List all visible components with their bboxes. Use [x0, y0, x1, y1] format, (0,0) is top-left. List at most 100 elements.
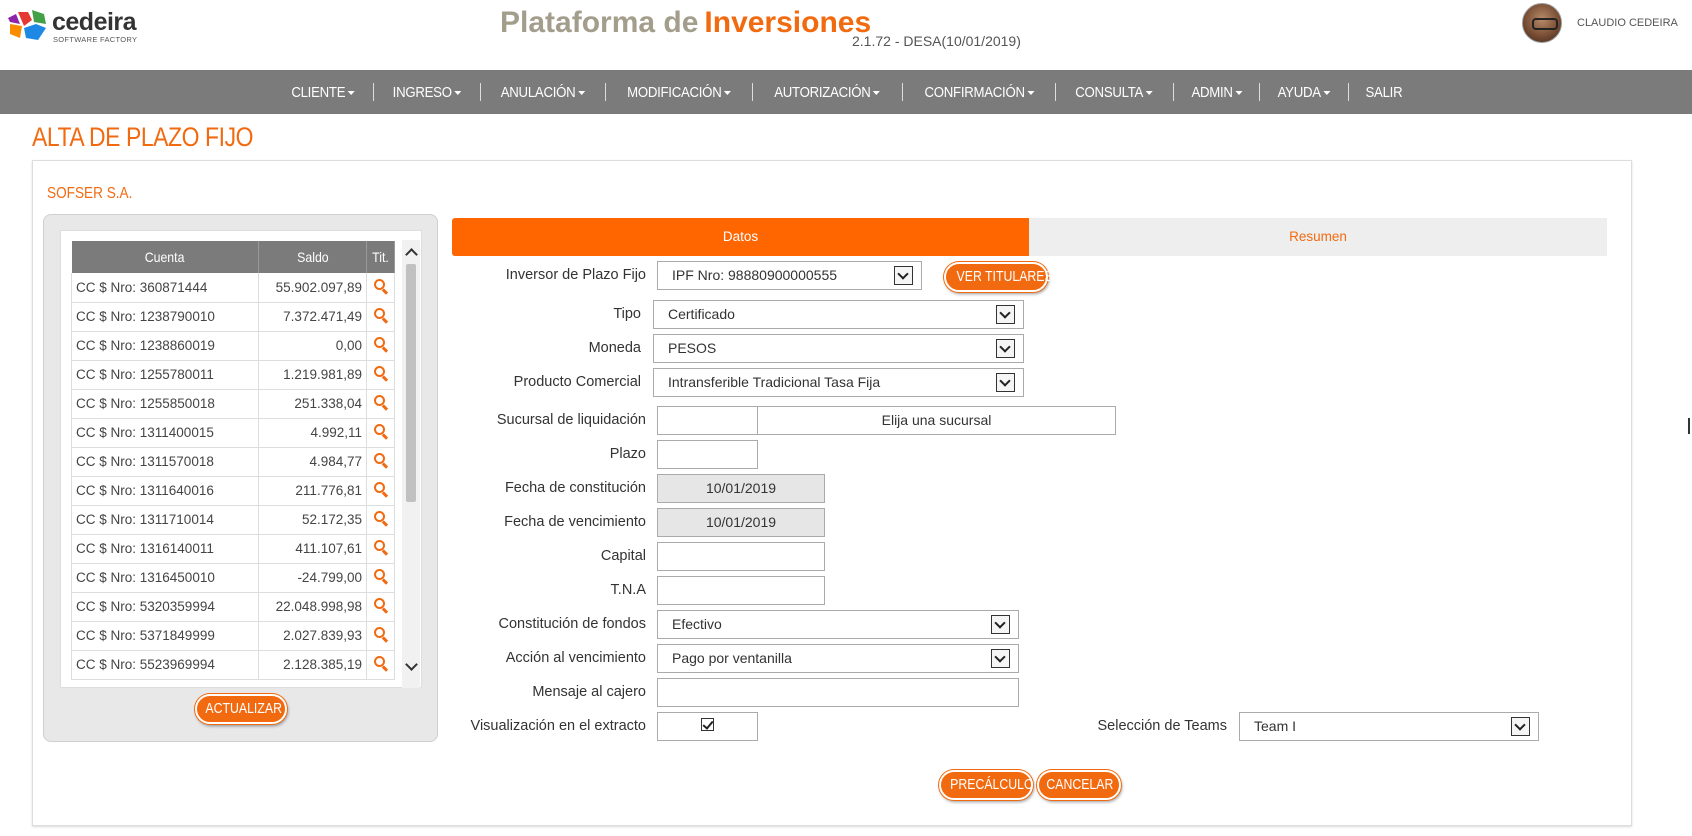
account-number: CC $ Nro: 1255850018	[71, 389, 259, 419]
nav-separator	[901, 83, 903, 101]
holders-cell	[366, 650, 395, 680]
search-icon[interactable]	[373, 569, 388, 583]
visualizacion-extracto-label: Visualización en el extracto	[470, 718, 646, 734]
visualizacion-extracto-checkbox[interactable]	[701, 718, 714, 731]
account-row[interactable]: CC $ Nro: 1316140011 411.107,61	[71, 534, 395, 564]
search-icon[interactable]	[373, 395, 388, 409]
user-name[interactable]: CLAUDIO CEDEIRA	[1577, 17, 1678, 29]
account-row[interactable]: CC $ Nro: 5523969994 2.128.385,19	[71, 650, 395, 680]
holders-cell	[366, 505, 395, 535]
search-icon[interactable]	[373, 627, 388, 641]
account-number: CC $ Nro: 1316450010	[71, 563, 259, 593]
nav-item-ingreso[interactable]: INGRESO	[380, 84, 473, 101]
account-row[interactable]: CC $ Nro: 1311640016 211.776,81	[71, 476, 395, 506]
holders-cell	[366, 563, 395, 593]
sucursal-label: Sucursal de liquidación	[496, 412, 646, 428]
inversor-select-value: IPF Nro: 98880900000555	[672, 267, 838, 283]
nav-item-anulacion[interactable]: ANULACIÓN	[488, 84, 597, 101]
account-number: CC $ Nro: 1311400015	[71, 418, 259, 448]
nav-item-cliente[interactable]: CLIENTE	[279, 84, 367, 101]
caret-down-icon	[578, 90, 586, 95]
search-icon[interactable]	[373, 424, 388, 438]
account-row[interactable]: CC $ Nro: 5320359994 22.048.998,98	[71, 592, 395, 622]
moneda-select-value: PESOS	[668, 340, 717, 356]
nav-item-label: INGRESO	[392, 83, 452, 101]
accion-vencimiento-select[interactable]: Pago por ventanilla	[657, 644, 1019, 673]
nav-item-modificacion[interactable]: MODIFICACIÓN	[615, 84, 744, 101]
account-row[interactable]: CC $ Nro: 1238790010 7.372.471,49	[71, 302, 395, 332]
caret-down-icon	[454, 90, 462, 95]
caret-down-icon	[347, 90, 355, 95]
nav-item-ayuda[interactable]: AYUDA	[1266, 84, 1344, 101]
search-icon[interactable]	[373, 308, 388, 322]
search-icon[interactable]	[373, 656, 388, 670]
account-balance: 2.128.385,19	[258, 650, 367, 680]
account-row[interactable]: CC $ Nro: 1311710014 52.172,35	[71, 505, 395, 535]
account-balance: 0,00	[258, 331, 367, 361]
accion-vencimiento-label: Acción al vencimiento	[505, 650, 646, 666]
account-row[interactable]: CC $ Nro: 1238860019 0,00	[71, 331, 395, 361]
ver-titulares-button[interactable]: VER TITULARES	[944, 262, 1053, 292]
account-number: CC $ Nro: 1311710014	[71, 505, 259, 535]
nav-separator	[1259, 83, 1261, 101]
search-icon[interactable]	[373, 453, 388, 467]
sucursal-picker[interactable]: Elija una sucursal	[757, 406, 1116, 435]
accounts-scrollbar[interactable]	[402, 240, 420, 688]
account-number: CC $ Nro: 5523969994	[71, 650, 259, 680]
tab-datos[interactable]: Datos	[452, 218, 1029, 256]
holders-cell	[366, 418, 395, 448]
search-icon[interactable]	[373, 540, 388, 554]
logo-name: cedeira	[52, 8, 137, 36]
teams-select[interactable]: Team I	[1239, 712, 1539, 741]
account-balance: 1.219.981,89	[258, 360, 367, 390]
account-row[interactable]: CC $ Nro: 1311570018 4.984,77	[71, 447, 395, 477]
search-icon[interactable]	[373, 337, 388, 351]
search-icon[interactable]	[373, 366, 388, 380]
tab-resumen[interactable]: Resumen	[1029, 218, 1607, 256]
producto-comercial-select[interactable]: Intransferible Tradicional Tasa Fija	[653, 368, 1024, 397]
scroll-down-icon[interactable]	[405, 660, 417, 672]
cedeira-logo[interactable]: cedeira SOFTWARE FACTORY	[6, 6, 137, 46]
account-row[interactable]: CC $ Nro: 1255780011 1.219.981,89	[71, 360, 395, 390]
search-icon[interactable]	[373, 482, 388, 496]
actualizar-button[interactable]: ACTUALIZAR	[195, 694, 287, 724]
inversor-select[interactable]: IPF Nro: 98880900000555	[657, 261, 922, 290]
tipo-select[interactable]: Certificado	[653, 300, 1024, 329]
nav-item-consulta[interactable]: CONSULTA	[1063, 84, 1165, 101]
nav-item-autorizacion[interactable]: AUTORIZACIÓN	[762, 84, 893, 101]
search-icon[interactable]	[373, 511, 388, 525]
sucursal-code-input[interactable]	[657, 406, 758, 435]
nav-item-salir[interactable]: SALIR	[1354, 84, 1415, 101]
account-row[interactable]: CC $ Nro: 1311400015 4.992,11	[71, 418, 395, 448]
account-row[interactable]: CC $ Nro: 5371849999 2.027.839,93	[71, 621, 395, 651]
search-icon[interactable]	[373, 278, 388, 293]
account-number: CC $ Nro: 1316140011	[71, 534, 259, 564]
holders-cell	[366, 447, 395, 477]
user-avatar[interactable]	[1522, 3, 1562, 43]
scroll-thumb[interactable]	[406, 264, 416, 502]
moneda-select[interactable]: PESOS	[653, 334, 1024, 363]
account-row[interactable]: CC $ Nro: 1255850018 251.338,04	[71, 389, 395, 419]
holders-cell	[366, 360, 395, 390]
scroll-up-icon[interactable]	[405, 246, 417, 258]
mensaje-cajero-input[interactable]	[657, 678, 1019, 707]
constitucion-fondos-select[interactable]: Efectivo	[657, 610, 1019, 639]
tna-input[interactable]	[657, 576, 825, 605]
account-number: CC $ Nro: 1311570018	[71, 447, 259, 477]
account-row[interactable]: CC $ Nro: 360871444 55.902.097,89	[71, 273, 395, 303]
precalculo-button[interactable]: PRECÁLCULO	[939, 770, 1034, 800]
capital-input[interactable]	[657, 542, 825, 571]
plazo-input[interactable]	[657, 440, 758, 469]
producto-comercial-select-value: Intransferible Tradicional Tasa Fija	[668, 374, 881, 390]
cancelar-button[interactable]: CANCELAR	[1037, 770, 1121, 800]
search-icon[interactable]	[373, 598, 388, 612]
nav-separator	[752, 83, 754, 101]
chevron-down-icon	[894, 266, 913, 285]
holders-cell	[366, 476, 395, 506]
nav-item-confirmacion[interactable]: CONFIRMACIÓN	[912, 84, 1047, 101]
nav-item-label: CLIENTE	[291, 83, 345, 101]
account-number: CC $ Nro: 1238790010	[71, 302, 259, 332]
nav-item-label: SALIR	[1365, 83, 1403, 101]
account-row[interactable]: CC $ Nro: 1316450010 -24.799,00	[71, 563, 395, 593]
nav-item-admin[interactable]: ADMIN	[1179, 84, 1255, 101]
